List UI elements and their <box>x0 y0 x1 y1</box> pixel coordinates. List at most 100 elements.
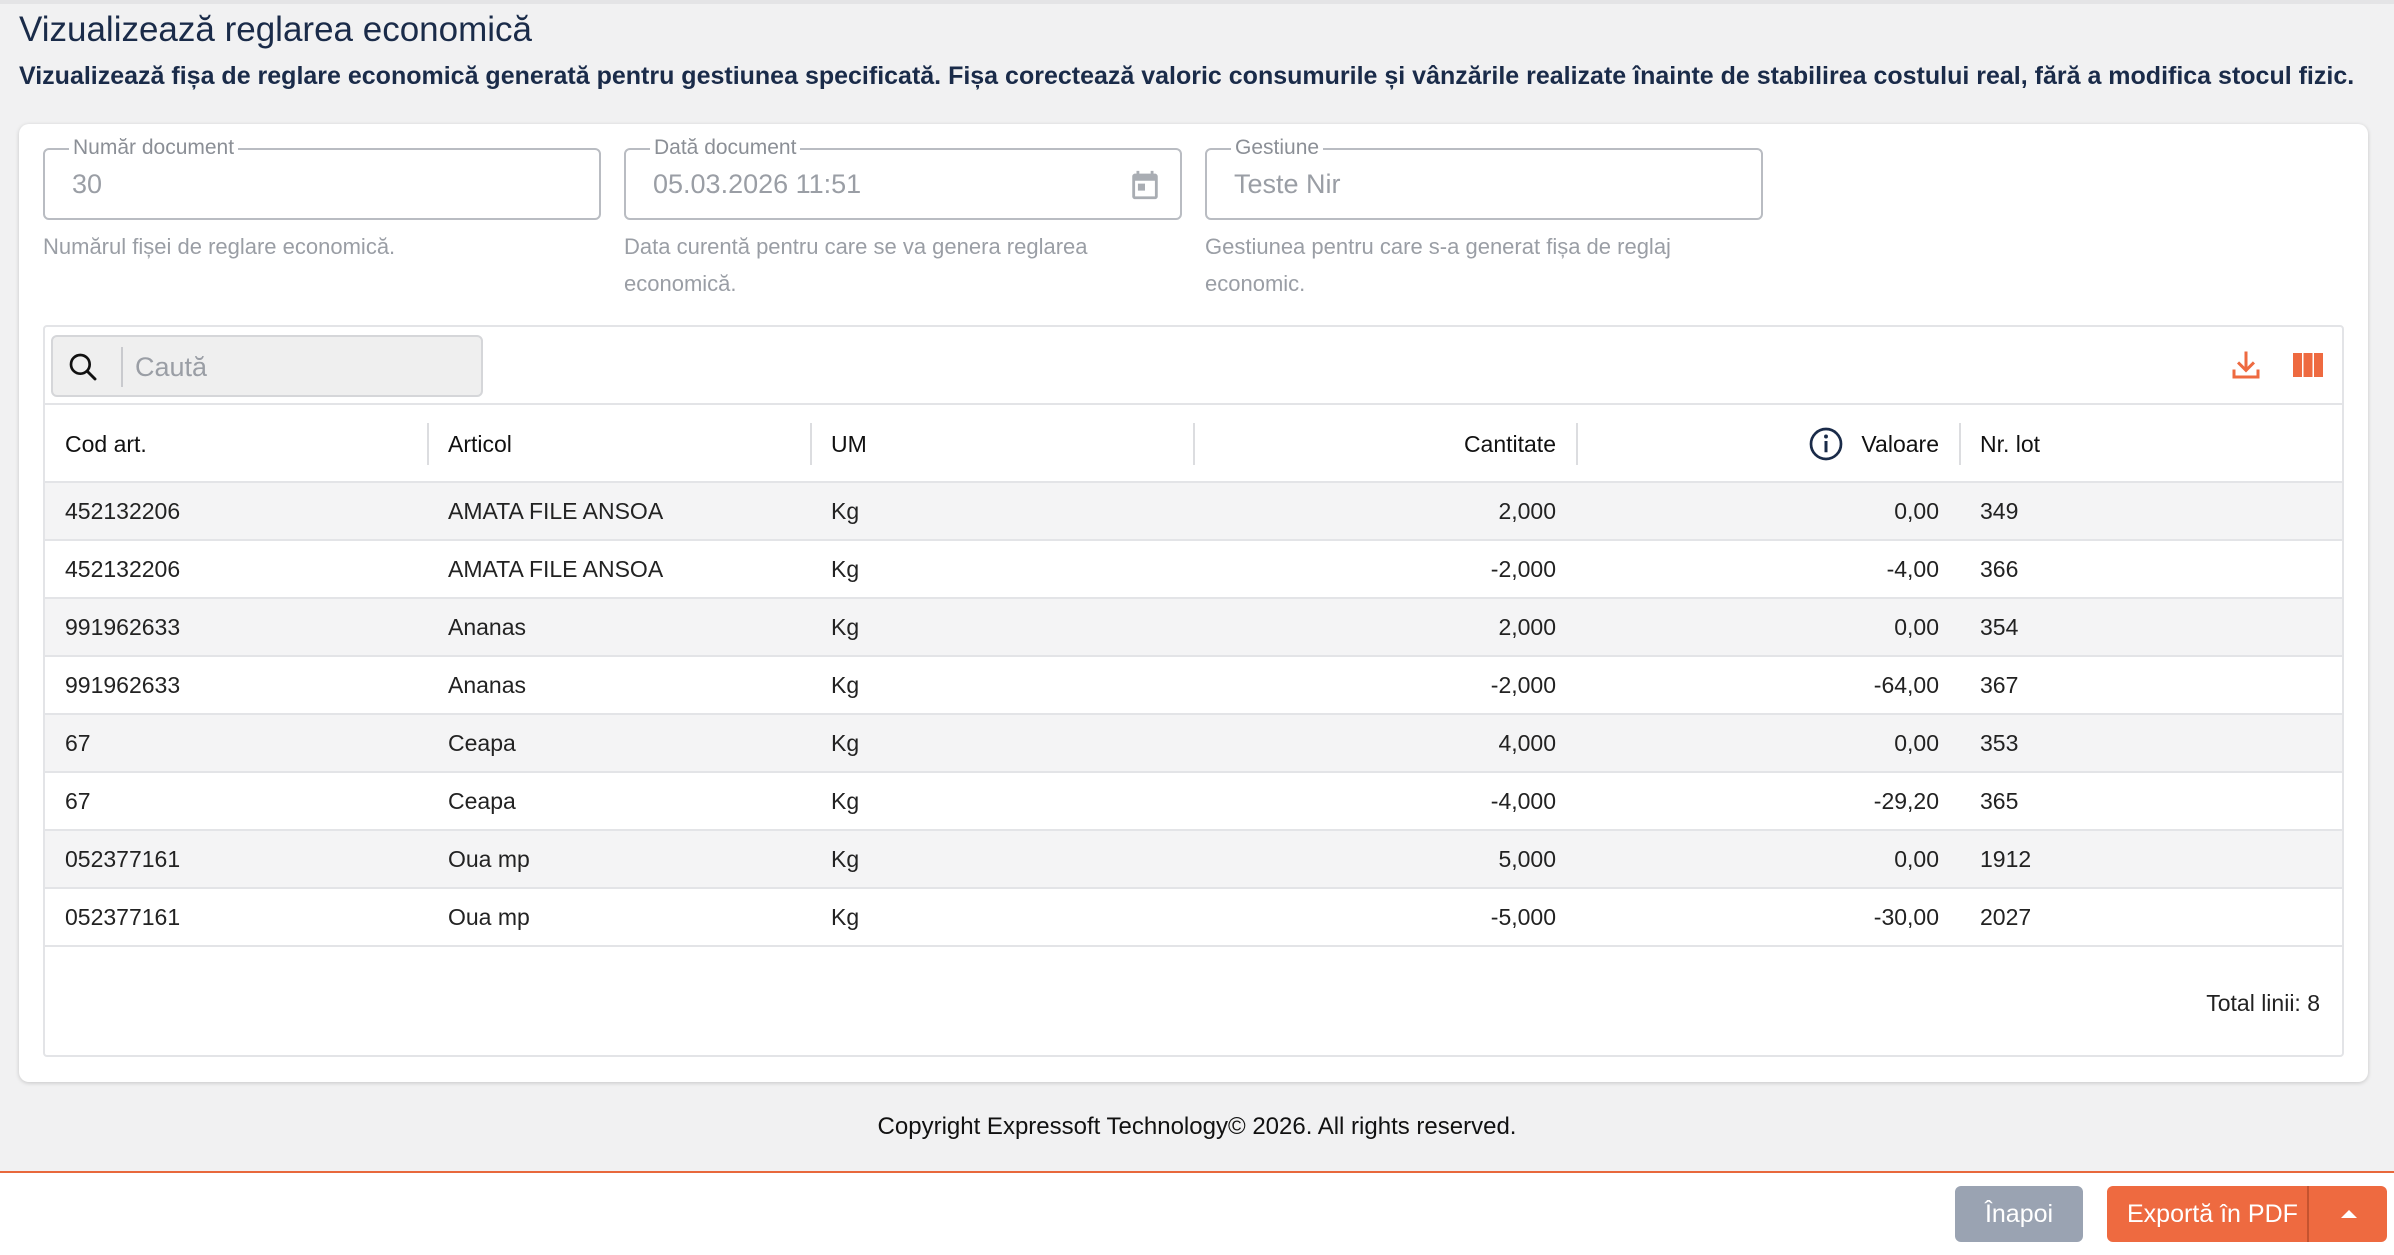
table-row[interactable]: 991962633 Ananas Kg -2,000 -64,00 367 <box>45 657 2342 715</box>
cell-quantity: -2,000 <box>1490 672 1556 698</box>
copyright: Copyright Expressoft Technology© 2026. A… <box>877 1113 1517 1140</box>
cell-code: 67 <box>65 788 91 814</box>
cell-article: Oua mp <box>448 846 530 872</box>
cell-code: 452132206 <box>65 556 181 582</box>
cell-um: Kg <box>831 846 860 872</box>
table-header: Cod art. Articol UM Cantitate Valoare Nr… <box>45 405 2342 483</box>
cell-value: 0,00 <box>1894 614 1939 640</box>
table-row[interactable]: 052377161 Oua mp Kg -5,000 -30,00 2027 <box>45 889 2342 947</box>
content-card: Număr document 30 Numărul fișei de regla… <box>19 124 2368 1082</box>
search-box[interactable] <box>51 335 483 397</box>
export-pdf-button[interactable]: Exportă în PDF <box>2107 1186 2387 1242</box>
cell-um: Kg <box>831 498 860 524</box>
export-separator <box>2307 1186 2309 1242</box>
document-date-label: Dată document <box>650 136 801 160</box>
cell-code: 991962633 <box>65 672 181 698</box>
total-rows: Total linii: 8 <box>2206 990 2320 1016</box>
cell-value: -29,20 <box>1873 788 1939 814</box>
document-date-value: 05.03.2026 11:51 <box>653 169 862 199</box>
cell-article: Ceapa <box>448 788 516 814</box>
cell-um: Kg <box>831 672 860 698</box>
column-header-code[interactable]: Cod art. <box>65 405 147 483</box>
search-separator <box>121 347 123 387</box>
column-header-lot[interactable]: Nr. lot <box>1980 405 2040 483</box>
table-toolbar <box>45 327 2342 405</box>
cell-lot: 367 <box>1980 672 2019 698</box>
document-number-label: Număr document <box>69 136 239 160</box>
cell-value: 0,00 <box>1894 730 1939 756</box>
column-separator[interactable] <box>427 423 429 465</box>
bottom-action-bar: Înapoi Exportă în PDF <box>0 1171 2394 1255</box>
cell-um: Kg <box>831 614 860 640</box>
table-row[interactable]: 991962633 Ananas Kg 2,000 0,00 354 <box>45 599 2342 657</box>
warehouse-value: Teste Nir <box>1234 169 1341 199</box>
cell-quantity: 4,000 <box>1498 730 1556 756</box>
cell-lot: 366 <box>1980 556 2019 582</box>
back-button[interactable]: Înapoi <box>1955 1186 2083 1242</box>
download-icon[interactable] <box>2228 347 2264 383</box>
cell-quantity: 2,000 <box>1498 614 1556 640</box>
table-row[interactable]: 052377161 Oua mp Kg 5,000 0,00 1912 <box>45 831 2342 889</box>
cell-um: Kg <box>831 904 860 930</box>
document-number-value: 30 <box>72 169 103 199</box>
cell-value: -4,00 <box>1886 556 1939 582</box>
table-row[interactable]: 67 Ceapa Kg -4,000 -29,20 365 <box>45 773 2342 831</box>
warehouse-label: Gestiune <box>1231 136 1324 160</box>
columns-icon[interactable] <box>2290 347 2326 383</box>
warehouse-helper: Gestiunea pentru care s-a generat fișa d… <box>1205 234 1671 296</box>
cell-lot: 1912 <box>1980 846 2032 872</box>
cell-lot: 2027 <box>1980 904 2032 930</box>
cell-code: 67 <box>65 730 91 756</box>
cell-code: 052377161 <box>65 904 181 930</box>
data-table: Cod art. Articol UM Cantitate Valoare Nr… <box>43 325 2344 1057</box>
cell-quantity: 2,000 <box>1498 498 1556 524</box>
cell-article: Ananas <box>448 672 527 698</box>
cell-quantity: -5,000 <box>1490 904 1556 930</box>
search-icon[interactable] <box>67 351 99 383</box>
cell-article: Ananas <box>448 614 527 640</box>
column-separator[interactable] <box>810 423 812 465</box>
cell-code: 991962633 <box>65 614 181 640</box>
cell-article: AMATA FILE ANSOA <box>448 498 664 524</box>
cell-lot: 353 <box>1980 730 2019 756</box>
column-separator[interactable] <box>1959 423 1961 465</box>
column-header-um[interactable]: UM <box>831 405 867 483</box>
cell-lot: 365 <box>1980 788 2019 814</box>
column-header-quantity[interactable]: Cantitate <box>1195 405 1556 483</box>
cell-um: Kg <box>831 556 860 582</box>
caret-up-icon[interactable] <box>2337 1206 2361 1222</box>
export-pdf-label: Exportă în PDF <box>2127 1200 2298 1228</box>
document-date-helper: Data curentă pentru care se va genera re… <box>624 234 1088 296</box>
column-header-value[interactable]: Valoare <box>1578 405 1939 483</box>
top-border <box>0 0 2394 4</box>
cell-article: AMATA FILE ANSOA <box>448 556 664 582</box>
column-header-article[interactable]: Articol <box>448 405 512 483</box>
document-number-helper: Numărul fișei de reglare economică. <box>43 234 396 259</box>
page-description: Vizualizează fișa de reglare economică g… <box>19 62 2355 90</box>
table-row[interactable]: 452132206 AMATA FILE ANSOA Kg 2,000 0,00 349 <box>45 483 2342 541</box>
cell-value: 0,00 <box>1894 846 1939 872</box>
cell-um: Kg <box>831 788 860 814</box>
cell-quantity: -4,000 <box>1490 788 1556 814</box>
cell-um: Kg <box>831 730 860 756</box>
cell-quantity: 5,000 <box>1498 846 1556 872</box>
table-body: 452132206 AMATA FILE ANSOA Kg 2,000 0,00 349 4… <box>45 483 2342 947</box>
calendar-icon[interactable] <box>1128 167 1162 203</box>
table-row[interactable]: 67 Ceapa Kg 4,000 0,00 353 <box>45 715 2342 773</box>
cell-lot: 349 <box>1980 498 2019 524</box>
warehouse-field[interactable]: Gestiune Teste Nir <box>1205 136 1763 220</box>
page-title: Vizualizează reglarea economică <box>19 10 532 49</box>
cell-article: Ceapa <box>448 730 516 756</box>
cell-lot: 354 <box>1980 614 2019 640</box>
cell-code: 052377161 <box>65 846 181 872</box>
cell-code: 452132206 <box>65 498 181 524</box>
table-row[interactable]: 452132206 AMATA FILE ANSOA Kg -2,000 -4,00 36… <box>45 541 2342 599</box>
search-input[interactable] <box>135 345 465 389</box>
cell-value: 0,00 <box>1894 498 1939 524</box>
document-number-field[interactable]: Număr document 30 <box>43 136 601 220</box>
cell-value: -30,00 <box>1873 904 1939 930</box>
cell-value: -64,00 <box>1873 672 1939 698</box>
cell-article: Oua mp <box>448 904 530 930</box>
cell-quantity: -2,000 <box>1490 556 1556 582</box>
document-date-field[interactable]: Dată document 05.03.2026 11:51 <box>624 136 1182 220</box>
